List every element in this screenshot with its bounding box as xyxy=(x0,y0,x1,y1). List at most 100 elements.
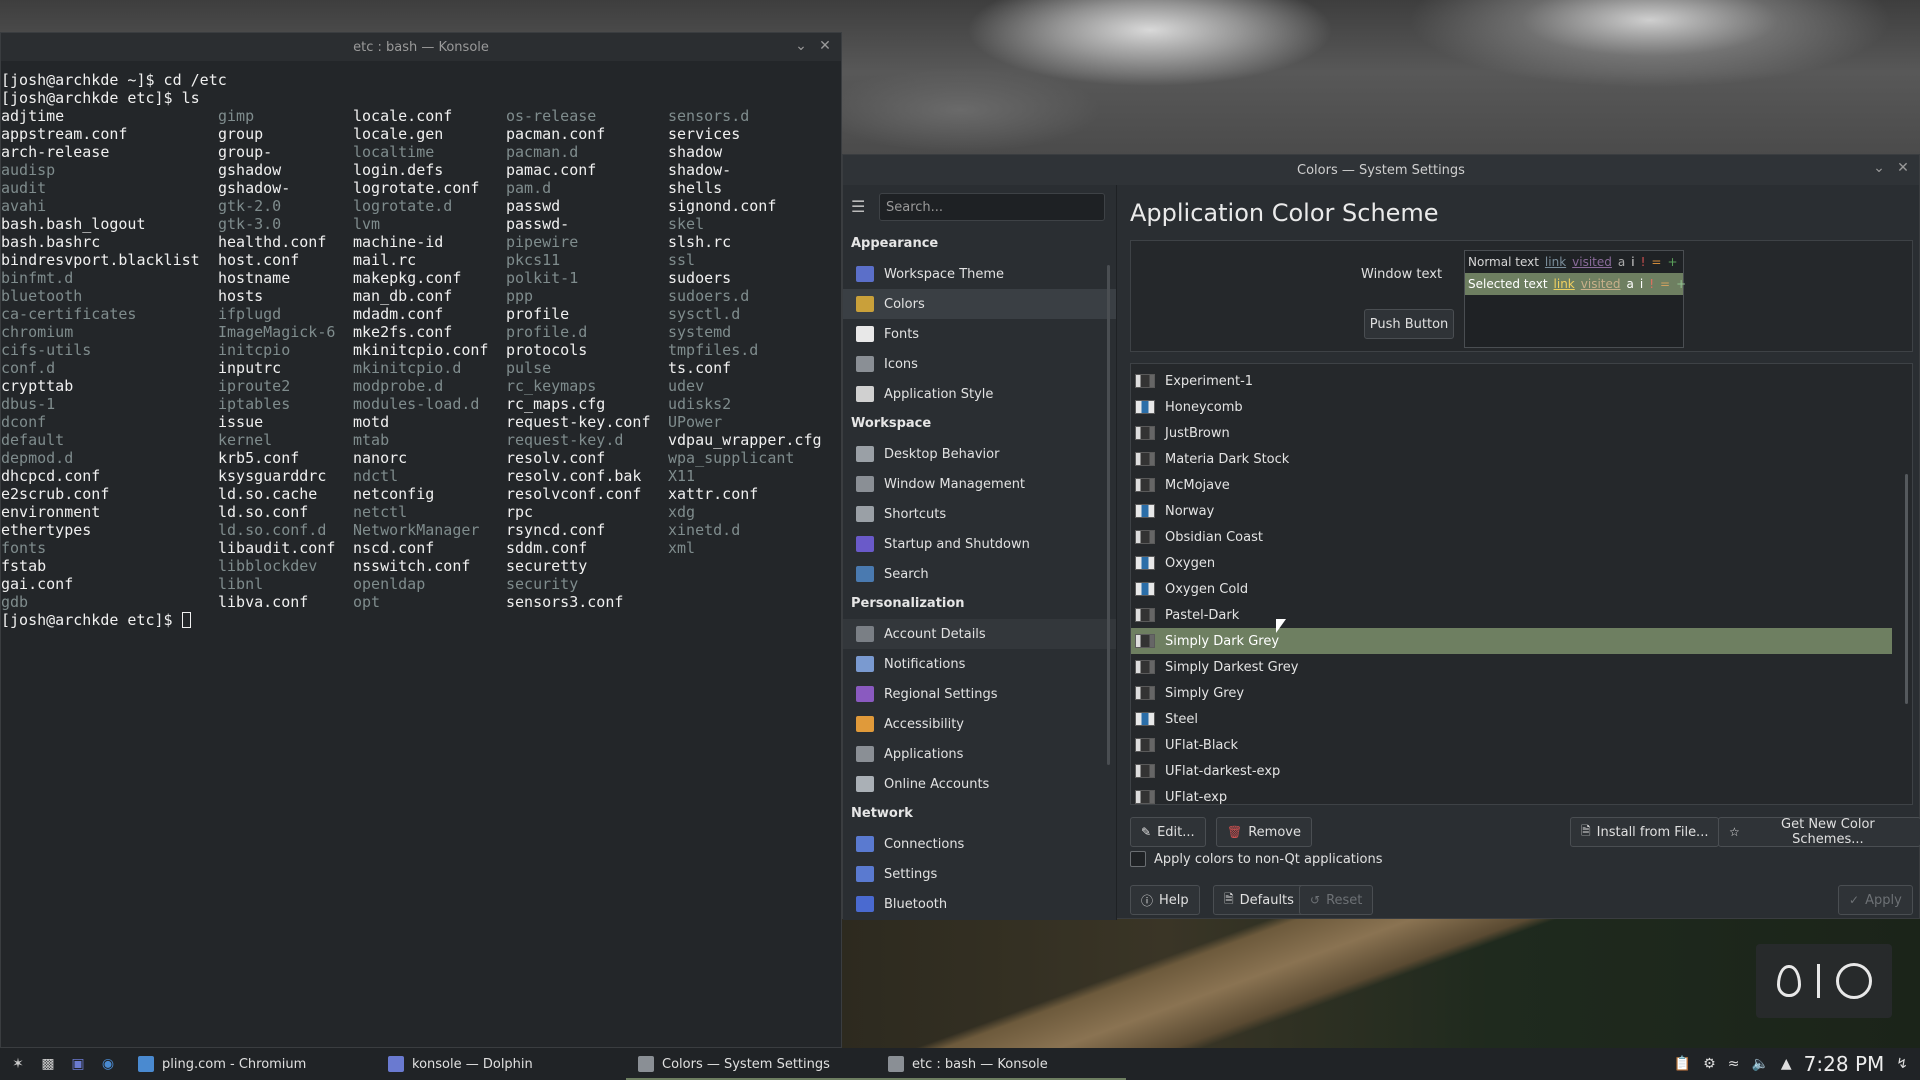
ls-file-entry: healthd.conf xyxy=(218,233,327,251)
volume-icon[interactable]: 🔈 xyxy=(1751,1056,1768,1072)
color-scheme-swatch-icon xyxy=(1135,452,1155,466)
color-scheme-item[interactable]: Oxygen Cold xyxy=(1131,576,1912,602)
clock[interactable]: 7:28 PM xyxy=(1804,1052,1885,1076)
sidebar-item-fonts[interactable]: Fonts xyxy=(843,319,1116,349)
sidebar-item-window-management[interactable]: Window Management xyxy=(843,469,1116,499)
preview-push-button[interactable]: Push Button xyxy=(1364,309,1454,339)
application-style-icon xyxy=(856,386,874,402)
search-input[interactable] xyxy=(879,193,1105,221)
sidebar-item-notifications[interactable]: Notifications xyxy=(843,649,1116,679)
reset-button[interactable]: ↺ Reset xyxy=(1299,885,1374,915)
taskbar-task[interactable]: Colors — System Settings xyxy=(626,1048,876,1080)
browser-launcher-icon[interactable]: ◉ xyxy=(96,1052,120,1076)
sidebar-item-online-accounts[interactable]: Online Accounts xyxy=(843,769,1116,799)
close-icon[interactable]: ✕ xyxy=(817,37,833,55)
apply-non-qt-row[interactable]: Apply colors to non-Qt applications xyxy=(1130,851,1382,867)
ls-file-entry: hostname xyxy=(218,269,291,287)
color-scheme-item[interactable]: Steel xyxy=(1131,706,1912,732)
terminal-output[interactable]: [josh@archkde ~]$ cd /etc [josh@archkde … xyxy=(1,61,841,629)
color-scheme-item[interactable]: UFlat-exp xyxy=(1131,784,1912,804)
ls-file-entry: ksysguarddrc xyxy=(218,467,327,485)
color-scheme-swatch-icon xyxy=(1135,582,1155,596)
defaults-button[interactable]: 🗎 Defaults xyxy=(1213,885,1305,915)
color-scheme-item[interactable]: Obsidian Coast xyxy=(1131,524,1912,550)
color-scheme-item[interactable]: Simply Darkest Grey xyxy=(1131,654,1912,680)
ls-file-entry: ts.conf xyxy=(668,359,732,377)
edit-button[interactable]: ✎ Edit... xyxy=(1130,817,1206,847)
color-scheme-item[interactable]: JustBrown xyxy=(1131,420,1912,446)
wifi-icon[interactable]: ≈ xyxy=(1728,1056,1740,1072)
sidebar-item-settings[interactable]: Settings xyxy=(843,859,1116,889)
normal-text: Normal text xyxy=(1468,255,1539,269)
application-launcher-icon[interactable]: ✶ xyxy=(6,1052,30,1076)
color-scheme-list[interactable]: Experiment-1 Honeycomb JustBrown Materia Da… xyxy=(1130,363,1913,805)
konsole-titlebar[interactable]: etc : bash — Konsole ⌄ ✕ xyxy=(1,33,841,61)
install-from-file-button[interactable]: 🗎 Install from File... xyxy=(1570,817,1720,847)
sidebar-item-application-style[interactable]: Application Style xyxy=(843,379,1116,409)
color-scheme-item[interactable]: Oxygen xyxy=(1131,550,1912,576)
ls-directory-entry: audisp xyxy=(1,161,56,179)
color-scheme-item[interactable]: Honeycomb xyxy=(1131,394,1912,420)
sidebar-item-startup-and-shutdown[interactable]: Startup and Shutdown xyxy=(843,529,1116,559)
remove-button[interactable]: 🗑 Remove xyxy=(1216,817,1312,847)
ls-directory-entry: ppp xyxy=(506,287,534,305)
color-scheme-item[interactable]: UFlat-darkest-exp xyxy=(1131,758,1912,784)
close-icon[interactable]: ✕ xyxy=(1895,159,1911,177)
sidebar-scrollbar[interactable] xyxy=(1107,265,1110,765)
sidebar-item-icons[interactable]: Icons xyxy=(843,349,1116,379)
hamburger-menu-icon[interactable]: ☰ xyxy=(851,199,869,215)
sidebar-item-regional-settings[interactable]: Regional Settings xyxy=(843,679,1116,709)
konsole-window[interactable]: etc : bash — Konsole ⌄ ✕ [josh@archkde ~… xyxy=(0,32,842,1048)
sidebar-item-connections[interactable]: Connections xyxy=(843,829,1116,859)
color-scheme-item[interactable]: Materia Dark Stock xyxy=(1131,446,1912,472)
sidebar-item-workspace-theme[interactable]: Workspace Theme xyxy=(843,259,1116,289)
sidebar-item-desktop-behavior[interactable]: Desktop Behavior xyxy=(843,439,1116,469)
clipboard-icon[interactable]: 📋 xyxy=(1674,1056,1691,1072)
color-scheme-item[interactable]: McMojave xyxy=(1131,472,1912,498)
tray-expand-icon[interactable]: ▲ xyxy=(1781,1056,1792,1072)
apply-non-qt-checkbox[interactable] xyxy=(1130,851,1146,867)
sidebar-item-bluetooth[interactable]: Bluetooth xyxy=(843,889,1116,919)
color-scheme-name: McMojave xyxy=(1165,477,1230,493)
sidebar-item-label: Icons xyxy=(884,356,918,372)
minimize-icon[interactable]: ⌄ xyxy=(1871,159,1887,177)
desktop-widget[interactable] xyxy=(1756,944,1892,1018)
sidebar-item-label: Desktop Behavior xyxy=(884,446,1000,462)
ls-column: sensors.d services shadow shadow-shells sign… xyxy=(668,107,822,557)
ls-directory-entry: pkcs11 xyxy=(506,251,561,269)
sidebar-item-shortcuts[interactable]: Shortcuts xyxy=(843,499,1116,529)
sidebar-item-accessibility[interactable]: Accessibility xyxy=(843,709,1116,739)
color-scheme-item[interactable]: Simply Dark Grey xyxy=(1131,628,1892,654)
get-new-schemes-button[interactable]: ☆ Get New Color Schemes... xyxy=(1718,817,1920,847)
ls-directory-entry: polkit-1 xyxy=(506,269,579,287)
taskbar-task[interactable]: pling.com - Chromium xyxy=(126,1048,376,1080)
taskbar-task[interactable]: konsole — Dolphin xyxy=(376,1048,626,1080)
ls-directory-entry: depmod.d xyxy=(1,449,74,467)
settings-tray-icon[interactable]: ⚙ xyxy=(1703,1056,1716,1072)
sidebar-item-colors[interactable]: Colors xyxy=(843,289,1116,319)
ls-file-entry: adjtime xyxy=(1,107,65,125)
help-button[interactable]: ⓘ Help xyxy=(1130,885,1200,915)
taskbar-task[interactable]: etc : bash — Konsole xyxy=(876,1048,1126,1080)
settings-titlebar[interactable]: Colors — System Settings ⌄ ✕ xyxy=(843,155,1919,185)
color-scheme-item[interactable]: UFlat-Black xyxy=(1131,732,1912,758)
ls-file-entry: gai.conf xyxy=(1,575,74,593)
preview-mark: = xyxy=(1651,255,1662,269)
color-scheme-name: Pastel-Dark xyxy=(1165,607,1240,623)
file-manager-launcher-icon[interactable]: ▣ xyxy=(66,1052,90,1076)
settings-window[interactable]: Colors — System Settings ⌄ ✕ ☰ Appearanc… xyxy=(842,154,1920,920)
terminal-launcher-icon[interactable]: ▩ xyxy=(36,1052,60,1076)
apply-button[interactable]: ✓ Apply xyxy=(1838,885,1913,915)
sidebar-item-account-details[interactable]: Account Details xyxy=(843,619,1116,649)
sidebar-item-search[interactable]: Search xyxy=(843,559,1116,589)
sidebar-item-label: Startup and Shutdown xyxy=(884,536,1030,552)
color-scheme-item[interactable]: Simply Grey xyxy=(1131,680,1912,706)
show-desktop-icon[interactable]: ↯ xyxy=(1896,1056,1908,1072)
color-scheme-item[interactable]: Norway xyxy=(1131,498,1912,524)
minimize-icon[interactable]: ⌄ xyxy=(793,37,809,55)
sidebar-item-applications[interactable]: Applications xyxy=(843,739,1116,769)
color-scheme-name: Obsidian Coast xyxy=(1165,529,1263,545)
color-scheme-item[interactable]: Pastel-Dark xyxy=(1131,602,1912,628)
terminal-prompt: [josh@archkde etc]$ xyxy=(1,611,841,629)
color-scheme-item[interactable]: Experiment-1 xyxy=(1131,368,1912,394)
